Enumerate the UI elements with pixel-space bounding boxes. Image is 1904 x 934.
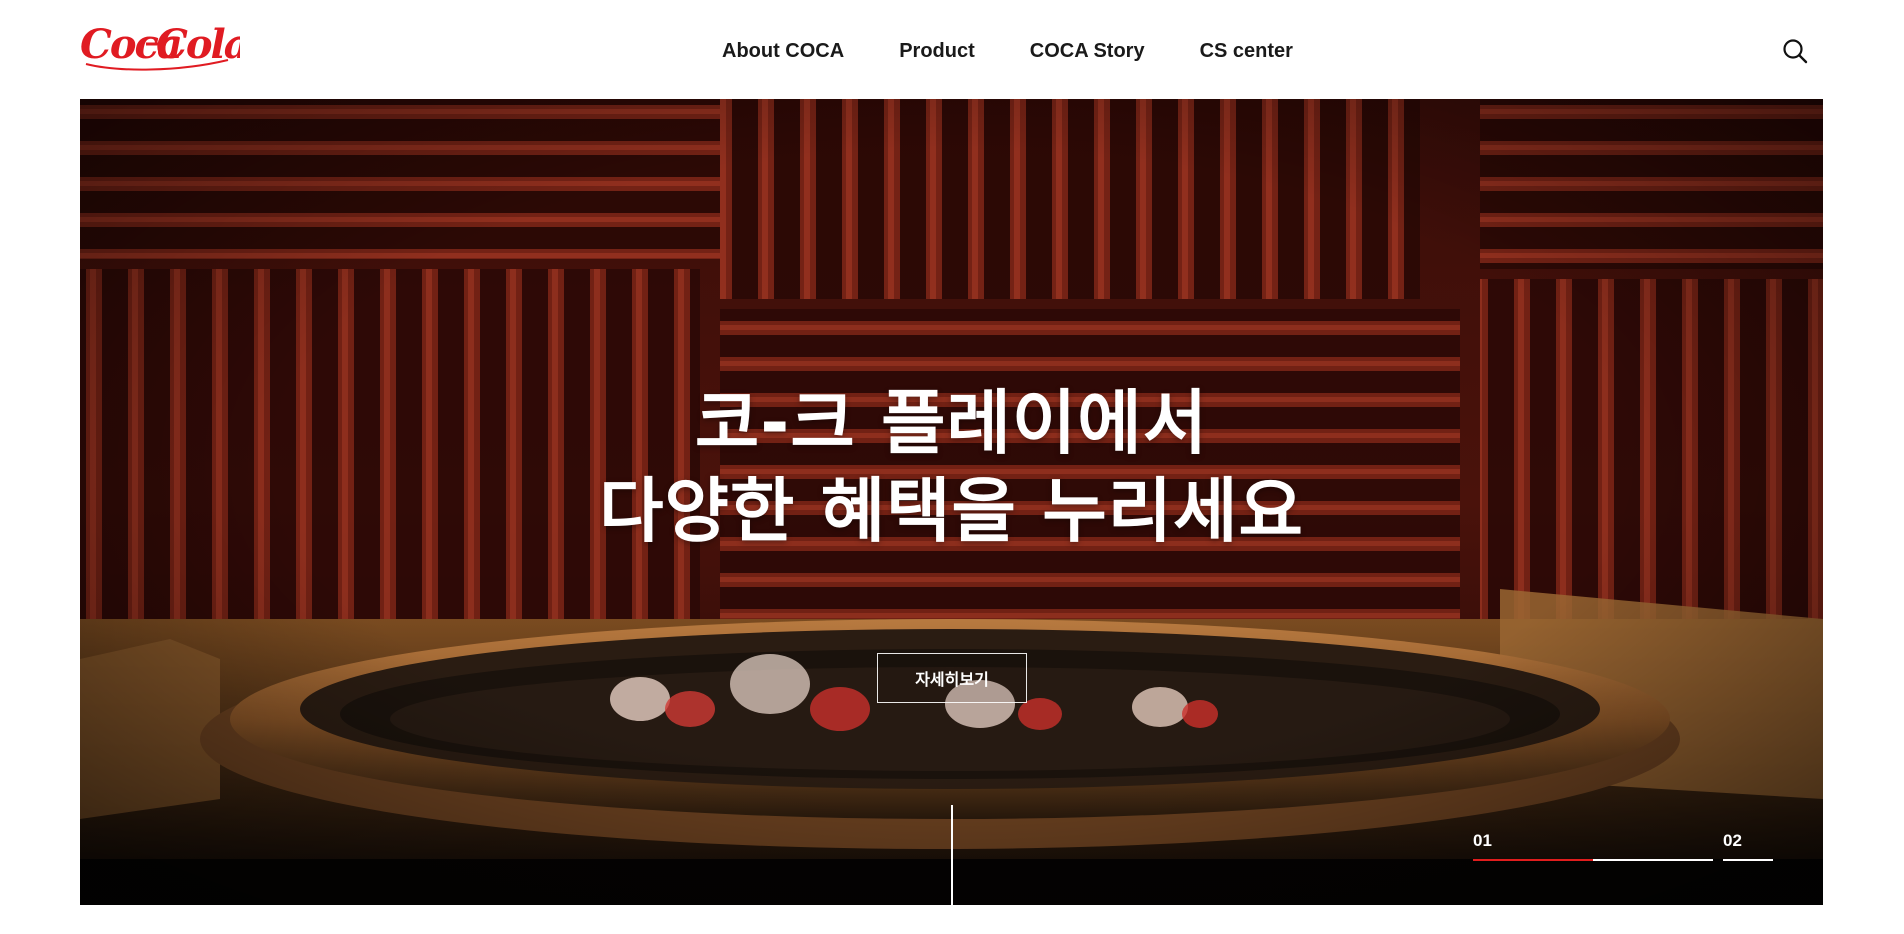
search-icon — [1783, 39, 1808, 64]
slide-progress-fill — [1473, 859, 1593, 861]
coca-cola-logo[interactable]: Coca Cola — [78, 14, 240, 72]
slide-pager-02[interactable]: 02 — [1723, 831, 1773, 861]
slide-track-02 — [1723, 859, 1773, 861]
slide-progress-track — [1473, 859, 1713, 861]
slide-number-01: 01 — [1473, 831, 1492, 850]
site-header: Coca Cola About COCA Product COCA Story … — [0, 0, 1904, 99]
scroll-indicator-line — [951, 805, 953, 905]
hero-title-line-2: 다양한 혜택을 누리세요 — [599, 470, 1304, 552]
hero-banner: 코-크 플레이에서 다양한 혜택을 누리세요 자세히보기 01 02 — [80, 99, 1823, 905]
slide-pager-01[interactable]: 01 — [1473, 831, 1713, 861]
hero-title-line-1: 코-크 플레이에서 — [694, 382, 1209, 464]
coca-cola-logo-icon: Coca Cola — [80, 21, 240, 71]
view-details-button[interactable]: 자세히보기 — [877, 653, 1027, 703]
nav-product[interactable]: Product — [899, 40, 975, 63]
search-button[interactable] — [1781, 37, 1809, 65]
main-nav: About COCA Product COCA Story CS center — [722, 40, 1293, 63]
slide-number-02: 02 — [1723, 831, 1742, 850]
hero-title: 코-크 플레이에서 다양한 혜택을 누리세요 — [80, 379, 1823, 555]
nav-cs-center[interactable]: CS center — [1200, 40, 1293, 63]
nav-coca-story[interactable]: COCA Story — [1030, 40, 1145, 63]
nav-about-coca[interactable]: About COCA — [722, 40, 844, 63]
